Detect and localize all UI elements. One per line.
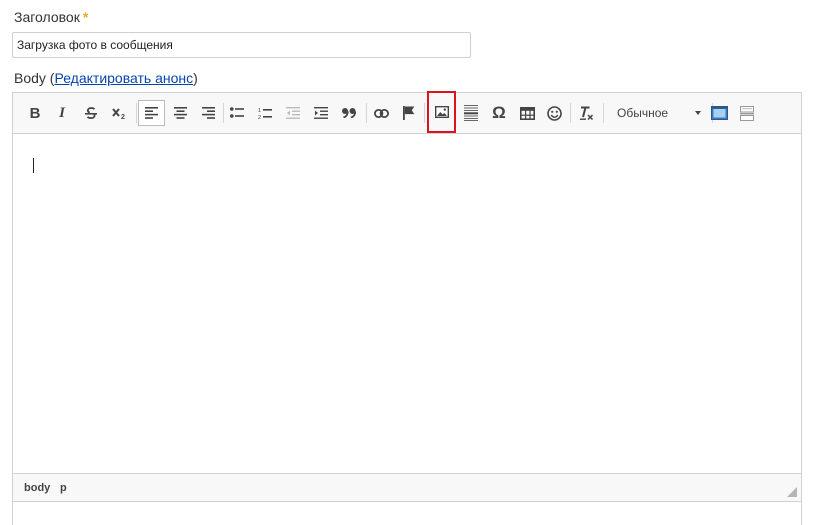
decrease-indent-icon bbox=[286, 107, 300, 119]
svg-text:2: 2 bbox=[258, 115, 261, 120]
toolbar-separator bbox=[424, 103, 425, 123]
smiley-icon bbox=[546, 105, 562, 121]
special-char-icon: Ω bbox=[492, 103, 506, 122]
numbered-list-icon: 1 2 bbox=[258, 108, 272, 120]
blockquote-button[interactable] bbox=[337, 101, 361, 125]
editor-content-area[interactable] bbox=[13, 134, 801, 474]
align-left-icon bbox=[145, 107, 158, 119]
editor-below-border bbox=[12, 502, 802, 525]
bulleted-list-button[interactable] bbox=[225, 101, 249, 125]
body-label: Body (Редактировать анонс) bbox=[14, 70, 198, 86]
title-input[interactable] bbox=[12, 32, 471, 58]
align-right-button[interactable] bbox=[196, 101, 220, 125]
anchor-flag-icon bbox=[403, 106, 415, 120]
numbered-list-button[interactable]: 1 2 bbox=[253, 101, 277, 125]
title-label: Заголовок * bbox=[14, 9, 88, 25]
link-button[interactable] bbox=[369, 101, 393, 125]
edit-summary-link[interactable]: Редактировать анонс bbox=[54, 70, 193, 86]
image-icon bbox=[434, 106, 449, 118]
subscript-button[interactable]: 2 bbox=[107, 101, 131, 125]
align-left-button[interactable] bbox=[138, 100, 165, 126]
special-char-button[interactable]: Ω bbox=[487, 101, 511, 125]
increase-indent-button[interactable] bbox=[309, 101, 333, 125]
toolbar-separator bbox=[603, 103, 604, 123]
italic-button[interactable]: I bbox=[50, 101, 74, 125]
resize-handle-icon[interactable] bbox=[787, 487, 797, 497]
format-dropdown[interactable]: Обычное bbox=[617, 102, 705, 124]
table-icon bbox=[519, 106, 535, 120]
svg-text:2: 2 bbox=[121, 114, 125, 120]
italic-icon: I bbox=[59, 104, 65, 121]
smiley-button[interactable] bbox=[542, 101, 566, 125]
bold-icon: B bbox=[29, 104, 41, 122]
horizontal-line-button[interactable] bbox=[459, 101, 483, 125]
rich-text-editor: B I 2 1 2 Ω Обычное body p bbox=[12, 91, 802, 502]
bold-button[interactable]: B bbox=[23, 101, 47, 125]
remove-format-button[interactable] bbox=[574, 101, 598, 125]
maximize-icon bbox=[710, 106, 728, 120]
image-button[interactable] bbox=[427, 91, 456, 133]
increase-indent-icon bbox=[314, 107, 328, 119]
toolbar-separator bbox=[223, 103, 224, 123]
body-label-text: Body ( bbox=[14, 70, 55, 86]
path-element-body[interactable]: body bbox=[24, 482, 50, 494]
table-button[interactable] bbox=[515, 101, 539, 125]
toolbar-separator bbox=[366, 103, 367, 123]
align-center-button[interactable] bbox=[168, 101, 192, 125]
toolbar-separator bbox=[570, 103, 571, 123]
align-center-icon bbox=[173, 107, 187, 119]
body-label-close: ) bbox=[193, 70, 198, 86]
text-caret bbox=[33, 158, 34, 173]
strikethrough-button[interactable] bbox=[79, 101, 103, 125]
anchor-button[interactable] bbox=[397, 101, 421, 125]
link-icon bbox=[373, 108, 389, 118]
chevron-down-icon bbox=[695, 111, 701, 115]
path-element-p[interactable]: p bbox=[60, 482, 67, 494]
title-label-text: Заголовок bbox=[14, 9, 80, 25]
subscript-icon: 2 bbox=[112, 108, 125, 120]
svg-text:1: 1 bbox=[258, 108, 261, 114]
format-dropdown-value: Обычное bbox=[617, 106, 669, 120]
toolbar-separator bbox=[136, 103, 137, 123]
horizontal-line-icon bbox=[464, 105, 478, 121]
align-right-icon bbox=[201, 107, 215, 119]
editor-toolbar: B I 2 1 2 Ω Обычное bbox=[13, 91, 801, 134]
maximize-button[interactable] bbox=[707, 101, 731, 125]
show-blocks-button[interactable] bbox=[735, 101, 759, 125]
decrease-indent-button[interactable] bbox=[281, 101, 305, 125]
blockquote-icon bbox=[342, 108, 356, 118]
required-asterisk: * bbox=[82, 9, 89, 25]
editor-statusbar: body p bbox=[13, 473, 801, 501]
remove-format-icon bbox=[579, 106, 593, 120]
strikethrough-icon bbox=[85, 107, 97, 120]
show-blocks-icon bbox=[740, 105, 754, 121]
bulleted-list-icon bbox=[230, 107, 244, 118]
